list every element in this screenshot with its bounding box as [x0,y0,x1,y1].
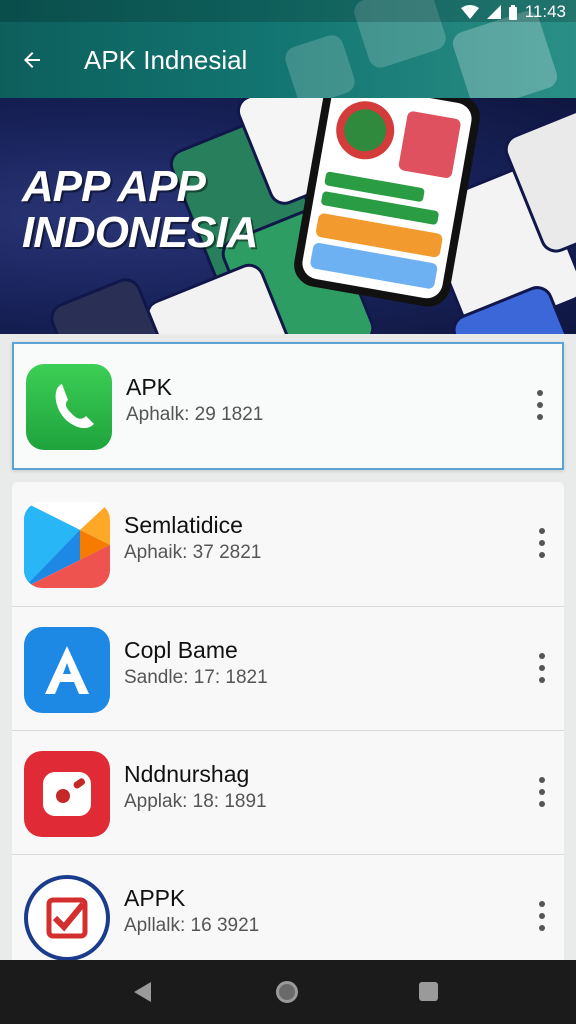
back-arrow-icon[interactable] [16,44,48,76]
app-subtitle: Apllalk: 16 3921 [124,915,260,936]
app-subtitle: Applak: 18: 1891 [124,791,267,812]
app-header: 11:43 APK Indnesial [0,0,576,98]
app-list: APK Aphalk: 29 1821 Semlatidice Aphaik: … [0,334,576,961]
list-item[interactable]: Semlatidice Aphaik: 37 2821 [12,482,564,606]
wifi-icon [460,5,479,19]
decorative-card [282,32,358,98]
list-item[interactable]: Copl Bame Sandle: 17: 1821 [12,606,564,730]
nav-back-icon[interactable] [134,982,151,1002]
checkbox-seal-icon [24,875,110,961]
promo-banner: APP APP INDONESIA [0,98,576,334]
nav-recents-icon[interactable] [419,982,438,1001]
battery-icon [508,4,517,20]
more-options-icon[interactable] [534,390,546,420]
letter-a-icon [24,627,110,713]
banner-heading-line2: INDONESIA [22,208,258,257]
list-item[interactable]: APPK Apllalk: 16 3921 [12,854,564,961]
more-options-icon[interactable] [536,653,548,683]
app-name: APPK [124,885,186,911]
app-name: Semlatidice [124,512,243,538]
system-nav-bar [0,960,576,1024]
status-bar: 11:43 [0,0,576,22]
app-name: APK [126,374,173,400]
more-options-icon[interactable] [536,777,548,807]
status-time: 11:43 [524,2,566,21]
red-camera-icon [24,751,110,837]
app-name: Nddnurshag [124,761,250,787]
more-options-icon[interactable] [536,528,548,558]
more-options-icon[interactable] [536,901,548,931]
app-name: Copl Bame [124,637,238,663]
app-subtitle: Sandle: 17: 1821 [124,667,268,688]
banner-heading: APP APP INDONESIA [22,162,258,257]
banner-heading-line1: APP APP [22,162,206,211]
list-item[interactable]: APK Aphalk: 29 1821 [12,342,564,470]
list-item[interactable]: Nddnurshag Applak: 18: 1891 [12,730,564,854]
nav-home-icon[interactable] [276,981,298,1003]
whatsapp-style-icon [26,364,112,450]
page-title: APK Indnesial [84,45,248,75]
play-triangle-icon [24,502,110,588]
signal-icon [486,5,501,19]
app-subtitle: Aphaik: 37 2821 [124,542,262,563]
app-subtitle: Aphalk: 29 1821 [126,404,264,425]
